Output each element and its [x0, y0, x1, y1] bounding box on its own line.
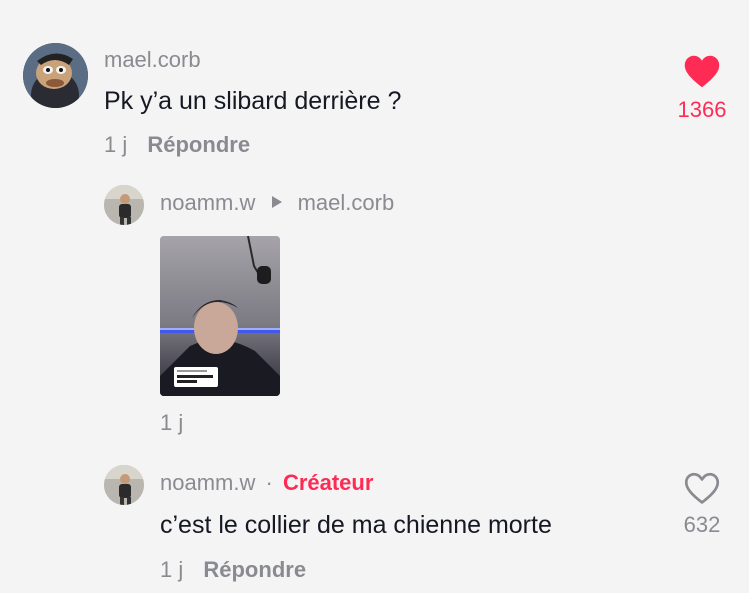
avatar-image	[104, 185, 144, 225]
comment-time: 1 j	[104, 132, 128, 157]
separator-dot: ·	[265, 470, 273, 495]
triangle-right-icon	[272, 196, 283, 208]
creator-comment-meta: 1 j Répondre	[160, 557, 306, 583]
creator-comment-text: c’est le collier de ma chienne morte	[160, 511, 552, 539]
avatar-image	[104, 465, 144, 505]
creator-username[interactable]: noamm.w	[160, 470, 255, 495]
comment-meta: 1 j Répondre	[104, 132, 250, 158]
avatar[interactable]	[104, 465, 144, 505]
like-count: 1366	[677, 97, 727, 122]
like-count: 632	[683, 512, 721, 537]
creator-reply-header: noamm.w · Créateur	[160, 470, 373, 496]
reply-time: 1 j	[160, 410, 184, 435]
reply-button[interactable]: Répondre	[203, 557, 306, 582]
comment-text: Pk y’a un slibard derrière ?	[104, 87, 402, 115]
video-frame	[160, 236, 280, 396]
avatar[interactable]	[23, 43, 88, 108]
creator-comment-time: 1 j	[160, 557, 184, 582]
reply-header: noamm.w mael.corb	[160, 190, 394, 216]
comment-username[interactable]: mael.corb	[104, 47, 201, 73]
heart-filled-icon	[684, 55, 720, 88]
like-button[interactable]: 632	[662, 472, 742, 542]
reply-button[interactable]: Répondre	[147, 132, 250, 157]
video-thumbnail[interactable]	[160, 236, 280, 396]
avatar[interactable]	[104, 185, 144, 225]
avatar-image	[23, 43, 88, 108]
reply-username[interactable]: noamm.w	[160, 190, 255, 215]
like-button[interactable]: 1366	[662, 55, 742, 125]
heart-outline-icon	[684, 472, 720, 504]
reply-to-username[interactable]: mael.corb	[298, 190, 395, 215]
creator-badge: Créateur	[282, 470, 374, 495]
